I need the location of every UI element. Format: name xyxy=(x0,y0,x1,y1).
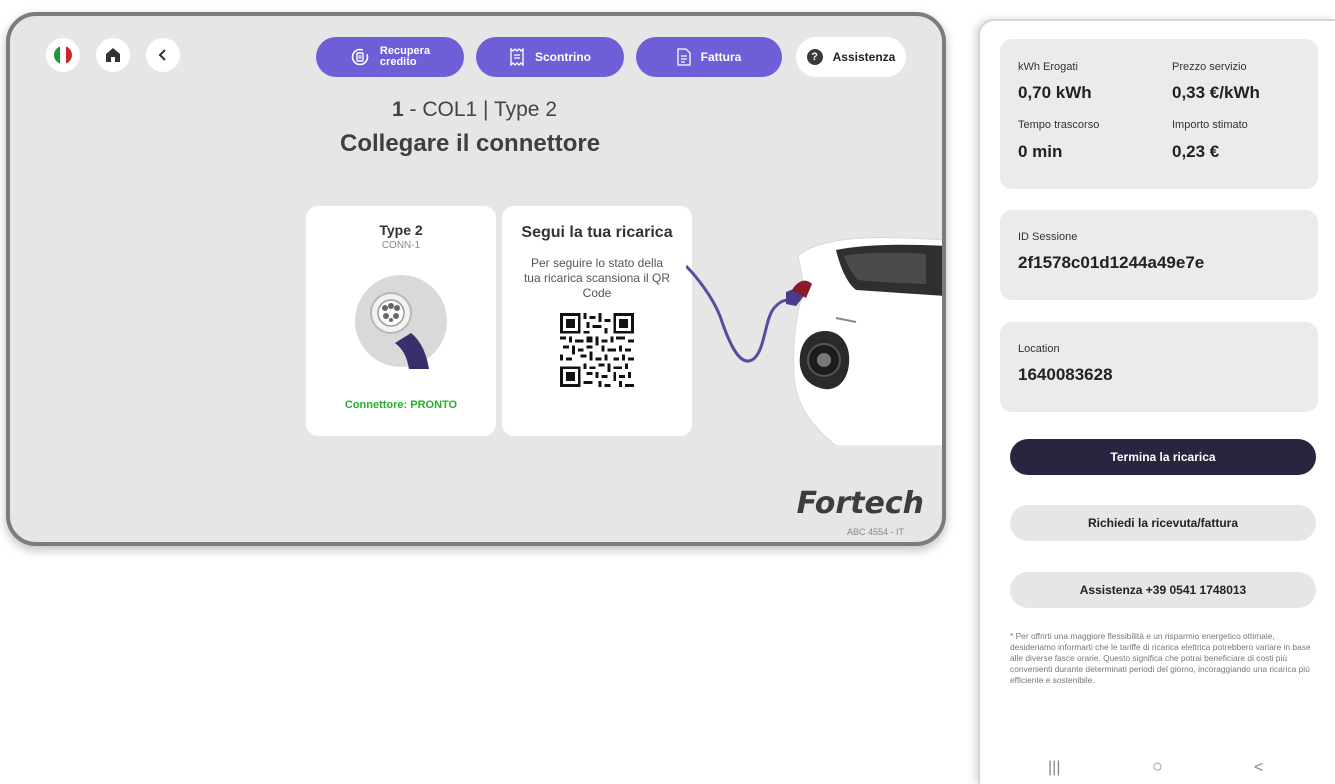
recover-credit-label: Recupera credito xyxy=(380,46,430,68)
qr-card: Segui la tua ricarica Per seguire lo sta… xyxy=(502,206,692,436)
back-button[interactable] xyxy=(146,38,180,72)
receipt-icon xyxy=(510,48,524,66)
qr-card-title: Segui la tua ricarica xyxy=(521,224,673,241)
fortech-logo: Fortech xyxy=(796,486,924,521)
time-value: 0 min xyxy=(1018,142,1063,161)
session-id-value: 2f1578c01d1244a49e7e xyxy=(1018,253,1205,272)
home-button[interactable] xyxy=(96,38,130,72)
back-nav-icon[interactable]: < xyxy=(1254,759,1263,777)
amount-value: 0,23 € xyxy=(1172,142,1220,161)
connector-number: 1 xyxy=(392,98,404,121)
italy-flag-icon xyxy=(54,46,72,64)
home-nav-icon[interactable]: ○ xyxy=(1152,756,1163,777)
request-receipt-button[interactable]: Richiedi la ricevuta/fattura xyxy=(1010,505,1316,541)
recover-credit-label-line2: credito xyxy=(379,56,417,68)
location-value: 1640083628 xyxy=(1018,365,1113,384)
mobile-session-panel: kWh Erogati 0,70 kWh Prezzo servizio 0,3… xyxy=(978,19,1335,784)
qr-code-icon xyxy=(560,313,634,387)
receipt-button[interactable]: Scontrino xyxy=(476,37,624,77)
car-charging-illustration xyxy=(686,237,942,446)
recover-credit-icon xyxy=(351,48,369,66)
connector-status: Connettore: PRONTO xyxy=(344,399,458,411)
charging-stats-box: kWh Erogati 0,70 kWh Prezzo servizio 0,3… xyxy=(1000,39,1318,189)
kwh-label: kWh Erogati xyxy=(1018,61,1078,73)
amount-label: Importo stimato xyxy=(1172,119,1248,131)
price-value: 0,33 €/kWh xyxy=(1172,83,1260,102)
chevron-left-icon xyxy=(158,49,166,61)
type2-plug-icon xyxy=(355,275,447,369)
assistance-label: Assistenza xyxy=(832,50,896,64)
instruction-title: Collegare il connettore xyxy=(340,130,601,157)
receipt-label: Scontrino xyxy=(535,50,591,64)
location-box: Location 1640083628 xyxy=(1000,322,1318,412)
invoice-label: Fattura xyxy=(700,50,742,64)
connector-code: CONN-1 xyxy=(381,240,421,251)
qr-card-text: Per seguire lo stato della tua ricarica … xyxy=(523,256,671,300)
session-id-box: ID Sessione 2f1578c01d1244a49e7e xyxy=(1000,210,1318,300)
home-icon xyxy=(106,48,120,62)
tariff-disclaimer: * Per offrirti una maggiore flessibilità… xyxy=(1010,631,1311,685)
time-label: Tempo trascorso xyxy=(1018,119,1100,131)
connector-type: Type 2 xyxy=(379,222,423,238)
kwh-value: 0,70 kWh xyxy=(1018,83,1092,102)
call-support-button[interactable]: Assistenza +39 0541 1748013 xyxy=(1010,572,1316,608)
station-plate: ABC 4554 - IT xyxy=(846,527,904,537)
recent-apps-icon[interactable]: ||| xyxy=(1048,759,1060,777)
assistance-button[interactable]: ? Assistenza xyxy=(796,37,906,77)
session-id-label: ID Sessione xyxy=(1018,231,1078,243)
stop-charging-button[interactable]: Termina la ricarica xyxy=(1010,439,1316,475)
location-label: Location xyxy=(1018,343,1060,355)
language-flag-button[interactable] xyxy=(46,38,80,72)
connector-card: Type 2 CONN-1 Connettore: PRONTO xyxy=(306,206,496,436)
invoice-button[interactable]: Fattura xyxy=(636,37,782,77)
connector-name: - COL1 | Type 2 xyxy=(403,98,557,121)
kiosk-screen: Recupera credito Scontrino Fattura ? Ass… xyxy=(6,12,946,546)
price-label: Prezzo servizio xyxy=(1172,61,1247,73)
android-nav-bar: ||| ○ < xyxy=(980,756,1335,782)
invoice-icon xyxy=(677,48,691,66)
recover-credit-button[interactable]: Recupera credito xyxy=(316,37,464,77)
help-icon: ? xyxy=(806,49,823,65)
